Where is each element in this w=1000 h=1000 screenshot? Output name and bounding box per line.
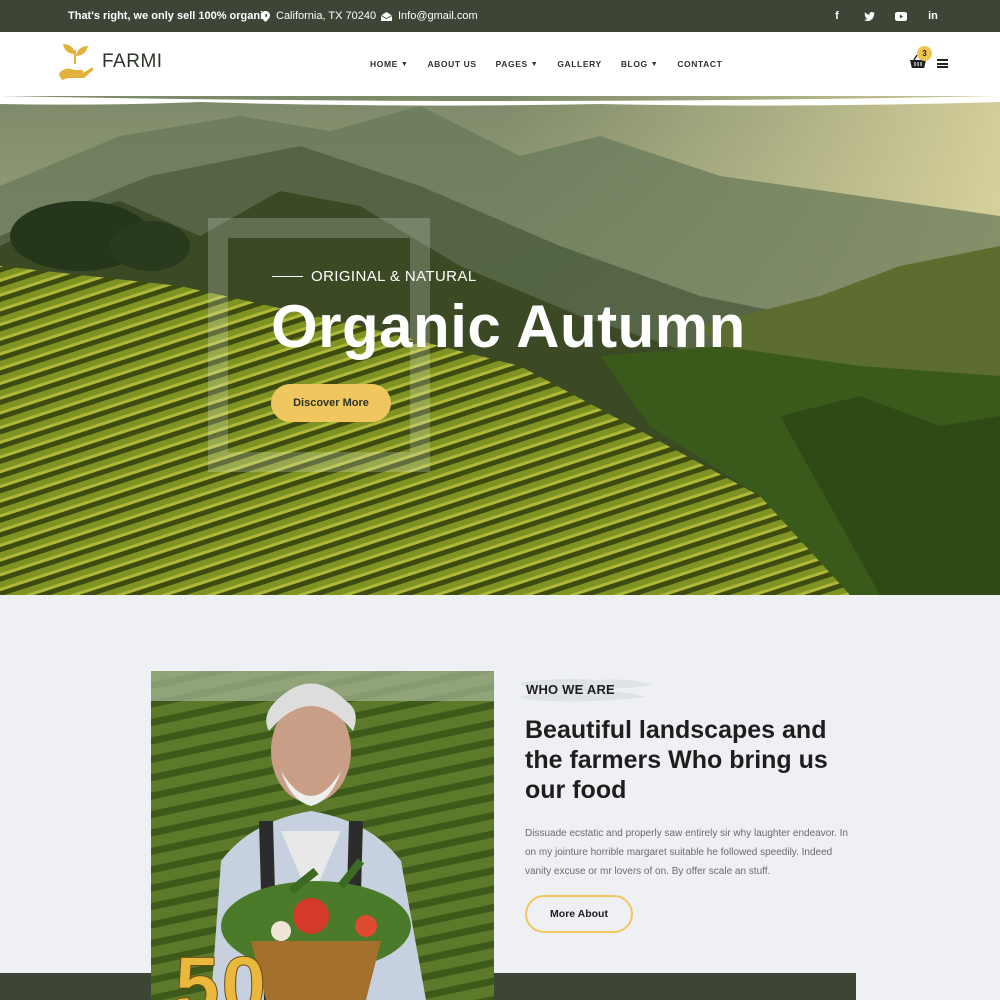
nav-item-contact[interactable]: CONTACT bbox=[677, 59, 722, 69]
twitter-icon[interactable] bbox=[862, 9, 876, 23]
chevron-down-icon: ▼ bbox=[650, 60, 659, 68]
hero-banner: ORIGINAL & NATURAL Organic Autumn Discov… bbox=[0, 96, 1000, 595]
social-links: f in bbox=[830, 9, 940, 23]
site-header: FARMI HOME ▼ ABOUT US PAGES ▼ GALLERY BLOG… bbox=[0, 32, 1000, 102]
hero-subtitle-text: ORIGINAL & NATURAL bbox=[311, 268, 477, 285]
tagline: That's right, we only sell 100% organic bbox=[68, 10, 270, 22]
stat-number: 50 bbox=[175, 940, 268, 1000]
about-heading: Beautiful landscapes and the farmers Who… bbox=[525, 716, 828, 804]
nav-item-home[interactable]: HOME ▼ bbox=[370, 59, 408, 69]
chevron-down-icon: ▼ bbox=[400, 60, 409, 68]
logo[interactable]: FARMI bbox=[58, 42, 163, 82]
email-text[interactable]: Info@gmail.com bbox=[398, 10, 478, 22]
map-pin-icon bbox=[261, 10, 270, 22]
location-text: California, TX 70240 bbox=[276, 10, 377, 22]
nav-label: PAGES bbox=[495, 59, 528, 69]
envelope-icon bbox=[381, 11, 392, 21]
youtube-icon[interactable] bbox=[894, 9, 908, 23]
hero-subtitle: ORIGINAL & NATURAL bbox=[272, 268, 477, 285]
email-info[interactable]: Info@gmail.com bbox=[381, 10, 478, 22]
hero-title: Organic Autumn bbox=[271, 293, 746, 360]
nav-label: CONTACT bbox=[677, 59, 723, 69]
nav-item-blog[interactable]: BLOG ▼ bbox=[621, 59, 659, 69]
nav-label: BLOG bbox=[620, 59, 648, 69]
nav-item-about[interactable]: ABOUT US bbox=[427, 59, 476, 69]
plant-hand-logo-icon bbox=[59, 44, 94, 80]
cart-count-badge: 3 bbox=[917, 46, 932, 61]
subtitle-line bbox=[272, 276, 303, 277]
chevron-down-icon: ▼ bbox=[530, 60, 539, 68]
section-label: WHO WE ARE bbox=[526, 682, 615, 697]
nav-label: GALLERY bbox=[557, 59, 602, 69]
location-info: California, TX 70240 bbox=[261, 10, 376, 22]
hamburger-menu-icon[interactable] bbox=[937, 59, 948, 68]
facebook-icon[interactable]: f bbox=[830, 9, 844, 23]
about-description: Dissuade ecstatic and properly saw entir… bbox=[525, 828, 848, 877]
main-nav: HOME ▼ ABOUT US PAGES ▼ GALLERY BLOG ▼ CONT… bbox=[370, 59, 722, 69]
nav-item-pages[interactable]: PAGES ▼ bbox=[496, 59, 539, 69]
discover-more-button[interactable]: Discover More bbox=[271, 384, 391, 422]
more-about-button[interactable]: More About bbox=[525, 895, 633, 933]
nav-label: ABOUT US bbox=[427, 59, 477, 69]
top-bar: That's right, we only sell 100% organic … bbox=[0, 0, 1000, 32]
cart-button[interactable]: 3 bbox=[910, 46, 932, 73]
nav-label: HOME bbox=[370, 59, 398, 69]
logo-text: FARMI bbox=[102, 51, 163, 72]
nav-item-gallery[interactable]: GALLERY bbox=[557, 59, 602, 69]
linkedin-icon[interactable]: in bbox=[926, 9, 940, 23]
